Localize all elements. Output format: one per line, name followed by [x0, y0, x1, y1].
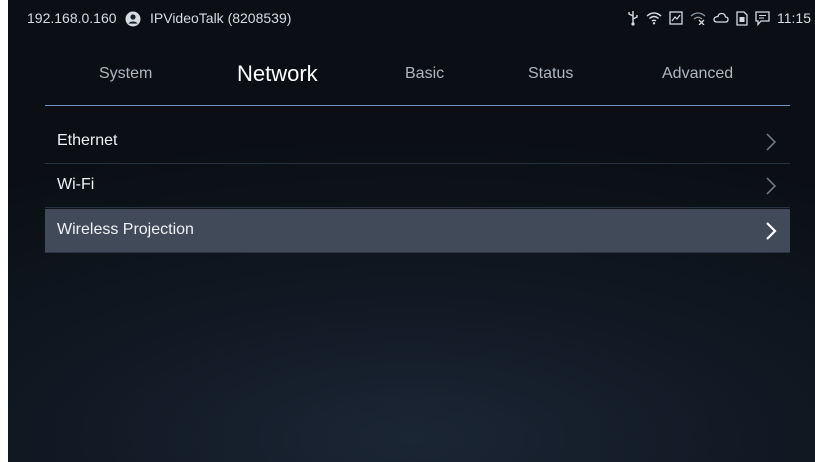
- menu-item-label: Wi-Fi: [57, 176, 95, 193]
- menu-item-wifi[interactable]: Wi-Fi: [45, 164, 790, 208]
- wifi-icon: [646, 12, 662, 25]
- tab-status[interactable]: Status: [528, 56, 573, 92]
- tab-system[interactable]: System: [99, 56, 152, 92]
- menu-item-ethernet[interactable]: Ethernet: [45, 120, 790, 164]
- settings-tabs: System Network Basic Status Advanced: [8, 56, 815, 96]
- tab-advanced[interactable]: Advanced: [662, 56, 733, 92]
- menu-item-label: Wireless Projection: [57, 221, 194, 238]
- sim-card-icon: [736, 10, 748, 26]
- tab-network[interactable]: Network: [237, 56, 318, 92]
- chevron-right-icon: [766, 133, 777, 151]
- chevron-right-icon: [766, 222, 777, 240]
- screenshot-icon: [669, 11, 683, 25]
- status-bar: 192.168.0.160 IPVideoTalk (8208539) 11:1…: [8, 0, 815, 40]
- menu-item-wireless-projection[interactable]: Wireless Projection: [45, 209, 790, 253]
- message-icon: [755, 10, 770, 26]
- wifi-off-icon: [690, 12, 706, 25]
- settings-screen: 192.168.0.160 IPVideoTalk (8208539) 11:1…: [8, 0, 815, 462]
- chevron-right-icon: [766, 177, 777, 195]
- cloud-icon: [713, 12, 729, 23]
- system-tray: 11:15: [620, 8, 811, 28]
- clock: 11:15: [777, 10, 811, 26]
- tab-basic[interactable]: Basic: [405, 56, 444, 92]
- account-label: IPVideoTalk (8208539): [150, 10, 292, 26]
- network-menu: Ethernet Wi-Fi Wireless Projection: [45, 120, 790, 253]
- menu-item-label: Ethernet: [57, 132, 118, 149]
- tab-divider: [45, 105, 790, 106]
- account-circle-icon: [125, 11, 141, 27]
- ip-address: 192.168.0.160: [27, 10, 117, 26]
- usb-icon: [628, 11, 638, 26]
